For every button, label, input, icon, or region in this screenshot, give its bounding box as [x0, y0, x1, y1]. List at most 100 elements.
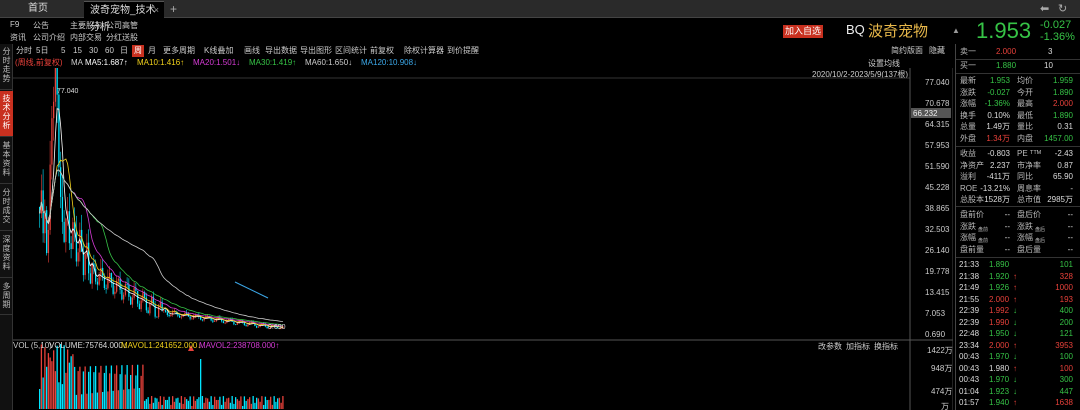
tool-30min[interactable]: 30 [89, 45, 98, 57]
add-watchlist-button[interactable]: 加入自选 [783, 25, 823, 38]
tool-5day[interactable]: 5日 [36, 45, 48, 57]
tool-more-periods[interactable]: 更多周期 [163, 45, 195, 57]
premarket-row: 涨幅 盘前 -- 涨幅 盘后 -- [956, 233, 1080, 244]
trend-line[interactable] [234, 281, 269, 299]
pre-value: -- [1004, 233, 1010, 242]
tool-weekly[interactable]: 周 [132, 45, 144, 57]
volume-bar [201, 396, 204, 409]
candle [243, 322, 246, 326]
candle [126, 284, 128, 285]
volume-bar [105, 365, 107, 409]
tick-price: 1.970 [989, 352, 1010, 361]
quote-value: 1457.00 [1044, 133, 1073, 143]
candle [105, 287, 107, 289]
tick-time: 22:48 [959, 329, 980, 338]
volume-bar [74, 366, 76, 409]
nav-major-holders[interactable]: 主要股东 [70, 20, 102, 31]
tick-time: 00:43 [959, 352, 980, 361]
tool-daily[interactable]: 日 [120, 45, 128, 57]
volume-bar [221, 404, 223, 409]
candle [222, 321, 225, 324]
nav-insider-trading[interactable]: 内部交易 [70, 32, 102, 43]
back-icon[interactable]: ⬅ [1040, 0, 1049, 18]
tool-range-stats[interactable]: 区间统计 [335, 45, 367, 57]
quote-value: -0.027 [987, 87, 1010, 97]
volume-bar [128, 389, 130, 409]
volume-bar [187, 400, 190, 409]
tick-time: 21:38 [959, 271, 980, 281]
nav-f9[interactable]: F9 [10, 20, 19, 29]
nav-company-intro[interactable]: 公司介绍 [33, 32, 65, 43]
price-axis-label: 38.865 [925, 204, 950, 213]
candle [256, 325, 258, 328]
candle [147, 310, 149, 314]
fund-value: -2.43 [1054, 149, 1073, 158]
volume-bar [47, 353, 50, 409]
volume-bar [84, 366, 86, 409]
volume-bar [212, 404, 214, 409]
tool-price-alert[interactable]: 到价提醒 [447, 45, 479, 57]
volume-bar [245, 400, 247, 409]
tool-draw[interactable]: 画线 [244, 45, 260, 57]
volume-bar [95, 366, 97, 409]
sidebar-time-trades[interactable]: 分时成交 [0, 185, 13, 231]
switch-indicator-button[interactable]: 换指标 [874, 341, 898, 352]
home-tab[interactable]: 首页 [0, 0, 76, 18]
volume-bar [49, 357, 51, 409]
volume-bar [268, 399, 270, 409]
quote-label: 今开 [1017, 87, 1033, 97]
sidebar-basic-info[interactable]: 基本资料 [0, 138, 13, 184]
volume-bar [224, 401, 226, 409]
nav-executives[interactable]: 公司高管 [106, 20, 138, 31]
volume-bar [119, 374, 121, 409]
sidebar-technical-analysis[interactable]: 技术分析 [0, 91, 13, 137]
sidebar-multi-period[interactable]: 多周期 [0, 279, 13, 315]
fund-value: -411万 [986, 172, 1010, 181]
volume-bar [275, 401, 277, 409]
simple-layout-button[interactable]: 简约版面 [891, 45, 923, 57]
candle [138, 303, 141, 310]
tick-volume: 328 [1059, 271, 1073, 281]
candle [235, 324, 237, 326]
tool-60min[interactable]: 60 [105, 45, 114, 57]
tool-export-chart[interactable]: 导出图形 [300, 45, 332, 57]
hide-button[interactable]: 隐藏 [929, 45, 945, 57]
candle [82, 251, 85, 276]
tool-fq-mode[interactable]: 前复权 [370, 45, 394, 57]
quote-label: 换手 [960, 110, 976, 120]
nav-news[interactable]: 资讯 [10, 32, 26, 43]
tool-export-data[interactable]: 导出数据 [265, 45, 297, 57]
volume-bar [82, 371, 85, 409]
volume-bar [39, 389, 41, 409]
nav-dividends[interactable]: 分红送股 [106, 32, 138, 43]
candle [109, 272, 111, 278]
change-params-button[interactable]: 改参数 [818, 341, 842, 352]
add-indicator-button[interactable]: 加指标 [846, 341, 870, 352]
volume-bar [137, 364, 139, 409]
nav-announcement[interactable]: 公告 [33, 20, 49, 31]
tool-xr-calculator[interactable]: 除权计算器 [404, 45, 444, 57]
candle [100, 267, 102, 275]
tool-overlay[interactable]: K线叠加 [204, 45, 233, 57]
tool-time-sharing[interactable]: 分时 [16, 45, 32, 57]
refresh-icon[interactable]: ↻ [1058, 0, 1067, 18]
tool-15min[interactable]: 15 [73, 45, 82, 57]
price-chart[interactable]: 77.040 70.678 64.315 57.953 51.590 45.22… [13, 68, 953, 410]
tab-technical-analysis[interactable]: 波奇宠物_技术分析 × [84, 1, 164, 33]
candlestick-series [39, 68, 284, 330]
sidebar-time-sharing[interactable]: 分时走势 [0, 44, 13, 90]
volume-bar [168, 396, 170, 409]
tool-5min[interactable]: 5 [61, 45, 65, 57]
new-tab-icon[interactable]: + [170, 0, 177, 18]
volume-bar [184, 397, 186, 409]
quote-label: 外盘 [960, 133, 976, 143]
sell1-vol: 3 [1048, 47, 1053, 56]
volume-bar [228, 397, 230, 409]
fund-value: - [1070, 183, 1073, 193]
tick-arrow: ↓ [1013, 352, 1017, 361]
volume-bar [254, 402, 256, 409]
tool-monthly[interactable]: 月 [148, 45, 156, 57]
sidebar-deep-info[interactable]: 深度资料 [0, 232, 13, 278]
tick-volume: 3953 [1055, 340, 1073, 350]
close-icon[interactable]: × [154, 2, 159, 19]
